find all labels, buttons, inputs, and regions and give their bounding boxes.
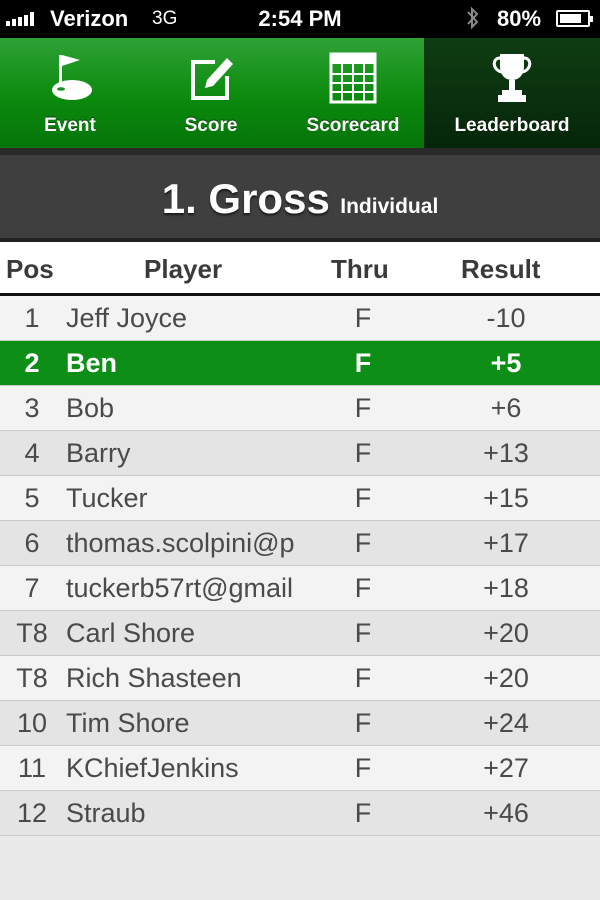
trophy-icon	[492, 54, 532, 102]
row-position: 12	[16, 798, 48, 828]
row-thru: F	[354, 483, 372, 513]
header-player: Player	[144, 254, 223, 284]
row-player: Rich Shasteen	[66, 663, 242, 693]
row-player: Ben	[66, 348, 118, 378]
row-player: Carl Shore	[66, 618, 196, 648]
row-result: +13	[483, 438, 529, 468]
table-header: Pos Player Thru Result	[0, 242, 600, 296]
row-thru: F	[354, 573, 372, 603]
row-position: 2	[24, 348, 40, 378]
row-player: thomas.scolpini@p	[66, 528, 295, 558]
tab-bar: Event Score Scorecard Leaderboard	[0, 38, 600, 148]
table-row[interactable]: T8 Rich Shasteen F +20	[0, 656, 600, 701]
table-row[interactable]: 6 thomas.scolpini@p F +17	[0, 521, 600, 566]
table-row[interactable]: 11 KChiefJenkins F +27	[0, 746, 600, 791]
row-position: 6	[24, 528, 40, 558]
battery-icon	[556, 10, 593, 27]
table-row[interactable]: T8 Carl Shore F +20	[0, 611, 600, 656]
row-thru: F	[354, 393, 372, 423]
tab-score-label: Score	[184, 115, 238, 136]
tab-score[interactable]: Score	[140, 38, 282, 148]
page-title: 1. Gross	[161, 175, 330, 222]
row-result: +20	[483, 618, 529, 648]
tab-leaderboard[interactable]: Leaderboard	[424, 38, 600, 148]
row-thru: F	[354, 618, 372, 648]
table-row[interactable]: 12 Straub F +46	[0, 791, 600, 836]
status-bar: Verizon 3G 2:54 PM 80%	[0, 0, 600, 38]
table-row[interactable]: 3 Bob F +6	[0, 386, 600, 431]
tab-scorecard[interactable]: Scorecard	[282, 38, 424, 148]
bluetooth-icon	[467, 6, 479, 30]
row-player: Jeff Joyce	[66, 303, 188, 333]
table-row[interactable]: 7 tuckerb57rt@gmail F +18	[0, 566, 600, 611]
row-result: +6	[490, 393, 522, 423]
row-thru: F	[354, 438, 372, 468]
header-thru: Thru	[331, 254, 389, 284]
leaderboard-table: 1 Jeff Joyce F -10 2 Ben F +5 3 Bob F +6…	[0, 296, 600, 836]
edit-icon	[191, 58, 233, 100]
row-position: 5	[24, 483, 40, 513]
row-position: T8	[16, 618, 48, 648]
row-position: 4	[24, 438, 40, 468]
table-row[interactable]: 10 Tim Shore F +24	[0, 701, 600, 746]
row-position: 3	[24, 393, 40, 423]
row-result: +18	[483, 573, 529, 603]
row-position: 7	[24, 573, 40, 603]
row-player: Straub	[66, 798, 146, 828]
row-position: 10	[16, 708, 48, 738]
table-row[interactable]: 4 Barry F +13	[0, 431, 600, 476]
row-result: +15	[483, 483, 529, 513]
empty-list-area	[0, 836, 600, 900]
row-thru: F	[354, 528, 372, 558]
tab-scorecard-label: Scorecard	[306, 115, 400, 136]
row-player: KChiefJenkins	[66, 753, 239, 783]
row-result: +5	[490, 348, 522, 378]
tab-event[interactable]: Event	[0, 38, 140, 148]
page-subtitle: Individual	[340, 195, 439, 218]
row-position: 1	[24, 303, 40, 333]
row-player: Tim Shore	[66, 708, 190, 738]
row-result: +24	[483, 708, 529, 738]
row-thru: F	[354, 708, 372, 738]
table-row[interactable]: 5 Tucker F +15	[0, 476, 600, 521]
header-result: Result	[461, 254, 541, 284]
row-player: Tucker	[66, 483, 148, 513]
tab-leaderboard-label: Leaderboard	[454, 115, 570, 136]
row-result: +46	[483, 798, 529, 828]
grid-icon	[329, 52, 377, 104]
flag-on-green-icon	[52, 55, 92, 100]
row-thru: F	[354, 753, 372, 783]
row-thru: F	[354, 303, 372, 333]
battery-percentage: 80%	[497, 6, 542, 31]
row-result: -10	[486, 303, 526, 333]
row-result: +27	[483, 753, 529, 783]
leaderboard-title-banner: 1. Gross Individual	[0, 148, 600, 242]
header-pos: Pos	[6, 254, 54, 284]
row-player: Bob	[66, 393, 115, 423]
row-player: Barry	[66, 438, 131, 468]
row-thru: F	[354, 348, 372, 378]
row-result: +17	[483, 528, 529, 558]
row-position: 11	[17, 753, 47, 783]
table-row-highlighted[interactable]: 2 Ben F +5	[0, 341, 600, 386]
table-row[interactable]: 1 Jeff Joyce F -10	[0, 296, 600, 341]
row-player: tuckerb57rt@gmail	[66, 573, 293, 603]
row-thru: F	[354, 798, 372, 828]
tab-event-label: Event	[44, 115, 96, 136]
row-result: +20	[483, 663, 529, 693]
row-position: T8	[16, 663, 48, 693]
row-thru: F	[354, 663, 372, 693]
